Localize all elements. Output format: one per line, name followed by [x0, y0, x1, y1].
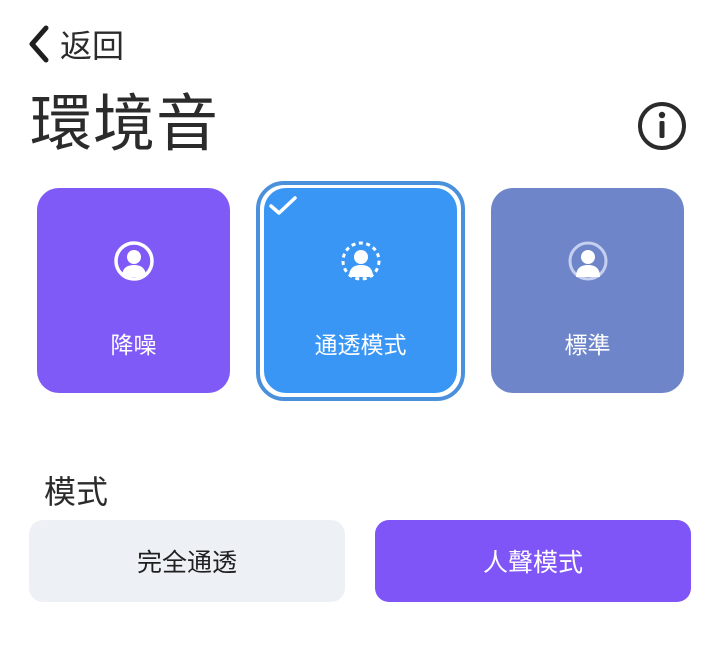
voice-mode-button[interactable]: 人聲模式 — [375, 520, 691, 602]
checkmark-icon — [269, 196, 297, 215]
full-transparency-button[interactable]: 完全通透 — [29, 520, 345, 602]
noise-cancel-person-icon — [113, 241, 154, 281]
mode-card-standard[interactable]: 標準 — [491, 188, 684, 393]
standard-person-icon — [568, 241, 607, 281]
mode-card-label: 通透模式 — [314, 333, 407, 359]
mode-card-transparency[interactable]: 通透模式 — [264, 188, 457, 393]
transparency-person-icon — [341, 241, 380, 281]
back-button[interactable]: 返回 — [24, 22, 124, 66]
mode-card-label: 標準 — [564, 333, 611, 359]
info-icon — [638, 102, 686, 150]
page-title: 環境音 — [30, 87, 220, 160]
mode-section-label: 模式 — [44, 473, 109, 511]
chevron-left-icon — [29, 25, 49, 63]
mode-card-noise-cancelling[interactable]: 降噪 — [37, 188, 230, 393]
info-button[interactable] — [636, 100, 688, 152]
mode-card-label: 降噪 — [110, 333, 157, 359]
back-label: 返回 — [60, 27, 125, 65]
